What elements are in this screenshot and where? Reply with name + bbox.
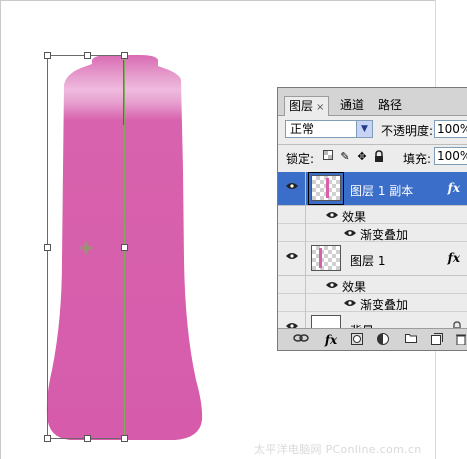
eye-icon[interactable] — [344, 299, 356, 307]
tab-channels-label: 通道 — [340, 98, 365, 112]
layers-panel[interactable]: 图层× 通道 路径 正常 ▼ 不透明度: 100% 锁定: ✎ ✥ 填充: 10… — [277, 87, 467, 351]
eye-icon[interactable] — [344, 229, 356, 237]
link-icon[interactable] — [292, 333, 310, 347]
visibility-cell — [278, 276, 306, 294]
blend-mode-value: 正常 — [290, 122, 315, 136]
visibility-cell — [278, 224, 306, 242]
adjustment-icon[interactable] — [376, 333, 390, 347]
tab-paths[interactable]: 路径 — [374, 96, 406, 114]
effect-label: 渐变叠加 — [360, 298, 409, 312]
lock-all-icon[interactable] — [373, 150, 385, 164]
eye-icon[interactable] — [326, 281, 338, 289]
opacity-input[interactable]: 100% — [434, 120, 467, 138]
opacity-label: 不透明度: — [381, 124, 434, 138]
handle-bottom-right[interactable] — [121, 435, 128, 442]
tab-channels[interactable]: 通道 — [336, 96, 368, 114]
trash-icon[interactable] — [454, 333, 467, 347]
tab-layers-label: 图层 — [289, 99, 314, 113]
visibility-cell[interactable] — [278, 242, 306, 275]
fx-icon[interactable]: fx — [448, 251, 460, 265]
eye-icon[interactable] — [326, 211, 338, 219]
handle-top-center[interactable] — [84, 52, 91, 59]
watermark: 太平洋电脑网 PConline.com.cn — [254, 443, 422, 456]
lock-transparency-icon[interactable] — [322, 150, 334, 164]
layer-list: 图层 1 副本 fx 效果 渐变叠加 图层 1 fx 效果 渐变叠加 — [278, 172, 467, 346]
effects-label: 效果 — [342, 210, 367, 224]
visibility-cell — [278, 206, 306, 224]
fx-icon[interactable]: fx — [448, 181, 460, 195]
folder-icon[interactable] — [404, 333, 418, 347]
layer-thumbnail — [311, 245, 341, 271]
handle-mid-left[interactable] — [44, 244, 51, 251]
fill-label: 填充: — [403, 152, 432, 166]
layer-name[interactable]: 图层 1 — [350, 252, 385, 269]
handle-top-left[interactable] — [44, 52, 51, 59]
eye-icon[interactable] — [286, 182, 298, 190]
mask-icon[interactable] — [350, 333, 364, 347]
fill-input[interactable]: 100% — [434, 147, 467, 165]
lock-position-icon[interactable]: ✥ — [356, 150, 368, 164]
effect-label: 渐变叠加 — [360, 228, 409, 242]
chevron-down-icon[interactable]: ▼ — [356, 121, 372, 137]
layer-row-layer1-copy[interactable]: 图层 1 副本 fx — [278, 172, 467, 206]
effects-row[interactable]: 效果 — [278, 206, 467, 224]
effects-row[interactable]: 效果 — [278, 276, 467, 294]
lock-label: 锁定: — [286, 152, 315, 166]
effects-label: 效果 — [342, 280, 367, 294]
blend-mode-select[interactable]: 正常 ▼ — [285, 120, 373, 138]
layers-bottom-toolbar: fx — [278, 328, 467, 350]
tab-paths-label: 路径 — [378, 98, 403, 112]
layer-name[interactable]: 图层 1 副本 — [350, 182, 413, 199]
lock-row: 锁定: ✎ ✥ 填充: 100% — [278, 145, 467, 171]
handle-mid-right[interactable] — [121, 244, 128, 251]
layer-thumbnail — [311, 175, 341, 201]
layer-row-layer1[interactable]: 图层 1 fx — [278, 242, 467, 276]
effect-row-gradient-overlay[interactable]: 渐变叠加 — [278, 294, 467, 312]
eye-icon[interactable] — [286, 252, 298, 260]
handle-top-right[interactable] — [121, 52, 128, 59]
fx-icon[interactable]: fx — [322, 333, 340, 347]
effect-row-gradient-overlay[interactable]: 渐变叠加 — [278, 224, 467, 242]
visibility-cell — [278, 294, 306, 312]
tab-close-icon[interactable]: × — [316, 99, 324, 117]
blend-row: 正常 ▼ 不透明度: 100% — [278, 116, 467, 144]
visibility-cell[interactable] — [278, 172, 306, 205]
panel-tabs: 图层 × 通道 路径 — [278, 88, 467, 116]
lock-pixels-icon[interactable]: ✎ — [339, 150, 351, 164]
new-layer-icon[interactable] — [430, 333, 444, 347]
handle-bottom-left[interactable] — [44, 435, 51, 442]
handle-bottom-center[interactable] — [84, 435, 91, 442]
tab-layers[interactable]: 图层 × — [284, 96, 330, 117]
